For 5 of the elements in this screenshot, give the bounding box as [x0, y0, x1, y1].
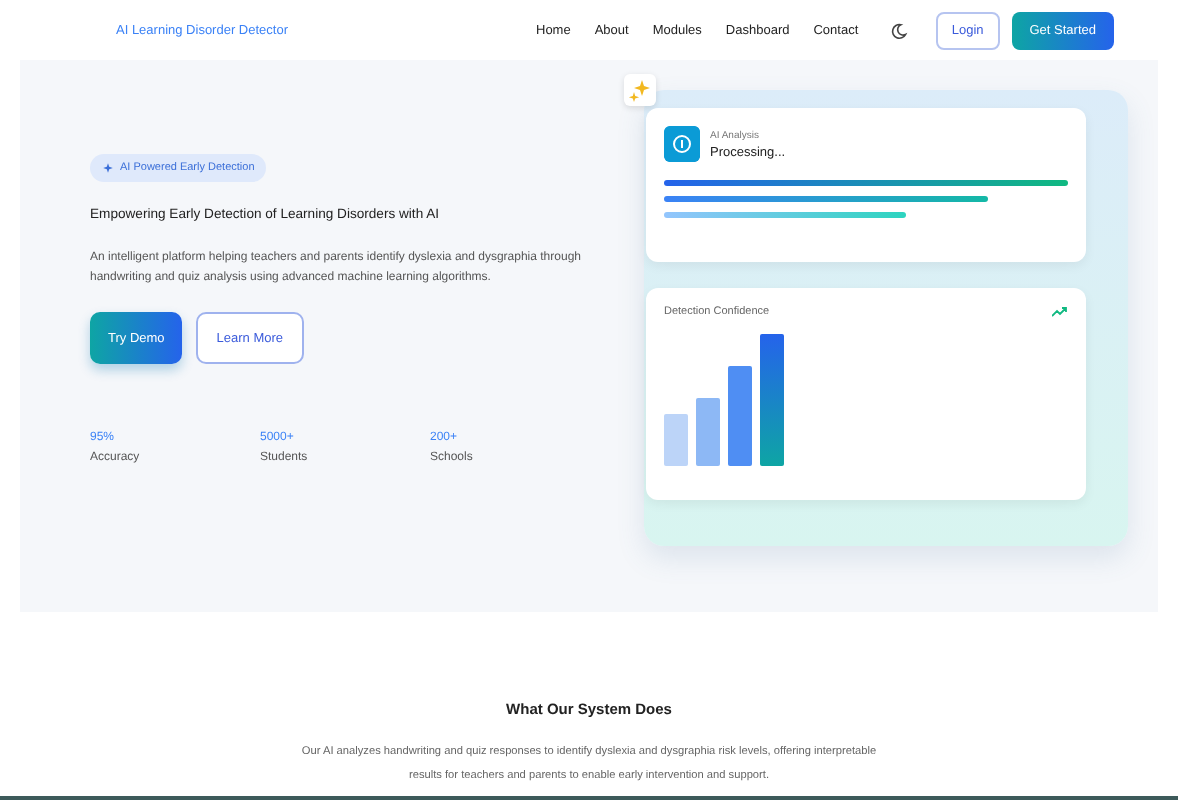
info-icon: [664, 126, 700, 162]
sparkle-icon: [624, 74, 656, 106]
moon-icon[interactable]: [889, 21, 908, 39]
trend-up-icon: [1052, 306, 1068, 318]
bar-chart-drawing: [664, 334, 788, 466]
